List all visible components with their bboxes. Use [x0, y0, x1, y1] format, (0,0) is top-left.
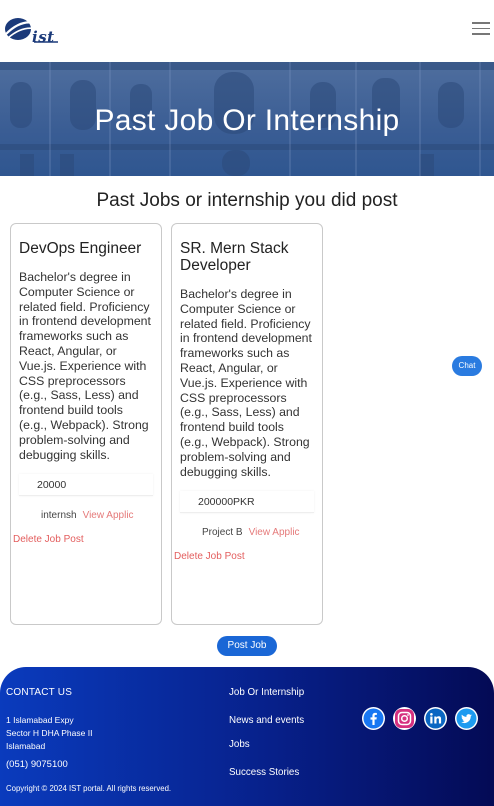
linkedin-icon[interactable] — [424, 707, 447, 730]
address: 1 Islamabad Expy Sector H DHA Phase II I… — [6, 714, 126, 753]
address-line: Sector H DHA Phase II — [6, 728, 93, 738]
hero-banner: Past Job Or Internship — [0, 62, 494, 176]
logo-text: ist — [32, 28, 55, 46]
job-type: Project B — [202, 527, 243, 539]
hamburger-menu-icon[interactable] — [472, 22, 490, 36]
top-navbar: ist — [0, 0, 494, 62]
phone-number[interactable]: (051) 9075100 — [6, 759, 68, 770]
job-title: DevOps Engineer — [19, 240, 142, 257]
chat-button[interactable]: Chat — [452, 356, 482, 376]
facebook-icon[interactable] — [362, 707, 385, 730]
address-line: Islamabad — [6, 741, 46, 751]
job-salary: 200000PKR — [180, 491, 314, 514]
delete-job-post-link[interactable]: Delete Job Post — [174, 551, 322, 562]
twitter-icon[interactable] — [455, 707, 478, 730]
job-description: Bachelor's degree in Computer Science or… — [180, 287, 312, 479]
copyright-text: Copyright © 2024 IST portal. All rights … — [6, 784, 172, 793]
social-links — [362, 707, 478, 730]
job-card: DevOps Engineer Bachelor's degree in Com… — [10, 223, 162, 625]
hero-title: Past Job Or Internship — [94, 104, 400, 137]
job-type: internsh — [41, 510, 77, 522]
job-meta-row: internsh View Applic — [19, 510, 153, 524]
instagram-icon[interactable] — [393, 707, 416, 730]
footer-link-jobs[interactable]: Jobs — [229, 739, 250, 750]
job-meta-row: Project B View Applic — [180, 527, 314, 541]
job-salary: 20000 — [19, 474, 153, 497]
footer-link-success-stories[interactable]: Success Stories — [229, 767, 299, 778]
footer-link-news-and-events[interactable]: News and events — [229, 715, 304, 726]
view-applicants-link[interactable]: View Applic — [249, 527, 300, 538]
contact-us-heading: CONTACT US — [6, 687, 73, 698]
footer-link-job-or-internship[interactable]: Job Or Internship — [229, 687, 304, 698]
delete-job-post-link[interactable]: Delete Job Post — [13, 534, 161, 545]
job-card: SR. Mern Stack Developer Bachelor's degr… — [171, 223, 323, 625]
post-job-button[interactable]: Post Job — [217, 636, 277, 656]
job-title: SR. Mern Stack Developer — [180, 240, 289, 274]
view-applicants-link[interactable]: View Applic — [83, 510, 134, 521]
footer: CONTACT US 1 Islamabad Expy Sector H DHA… — [0, 667, 494, 806]
section-title: Past Jobs or internship you did post — [96, 190, 398, 211]
address-line: 1 Islamabad Expy — [6, 715, 74, 725]
job-description: Bachelor's degree in Computer Science or… — [19, 270, 151, 462]
